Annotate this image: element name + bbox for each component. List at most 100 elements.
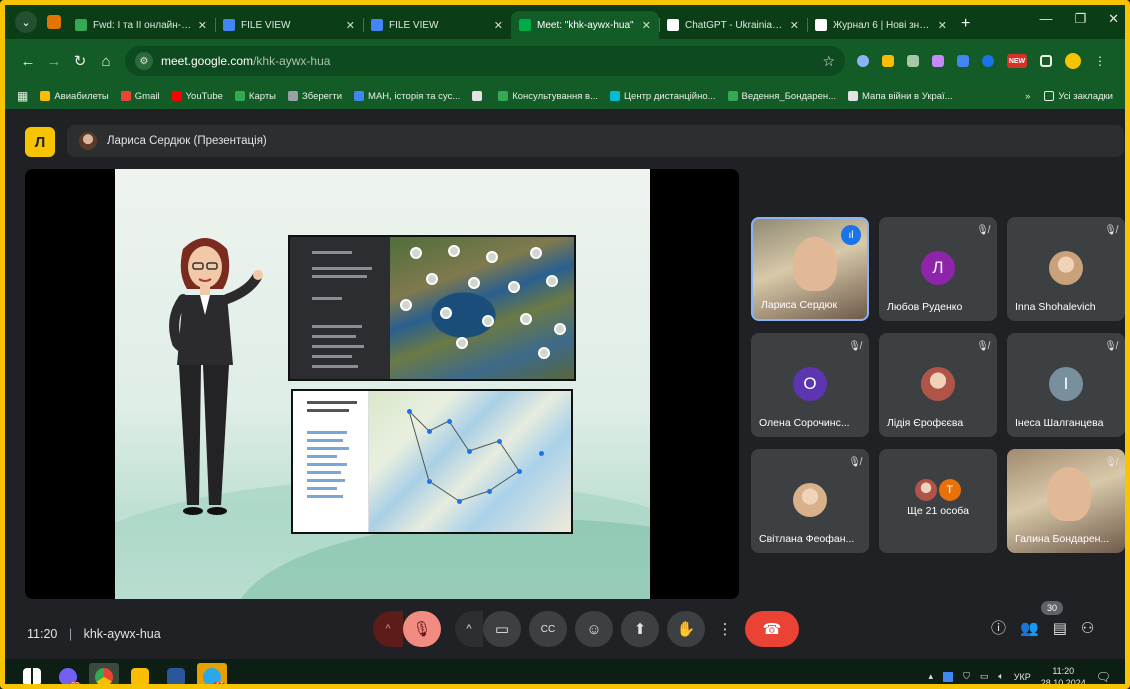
chat-icon[interactable]: ▤ <box>1053 619 1067 637</box>
extension-icon[interactable] <box>982 55 994 67</box>
participant-tile[interactable]: 🎙︎̸ Inna Shohalevich <box>1007 217 1125 321</box>
participant-tile[interactable]: Л 🎙︎̸ Любов Руденко <box>879 217 997 321</box>
participant-tile[interactable]: І 🎙︎̸ Інеса Шалганцева <box>1007 333 1125 437</box>
back-icon[interactable]: ← <box>15 53 41 70</box>
browser-tab[interactable]: Meet: "khk-aywx-hua" ✕ <box>511 11 659 39</box>
mic-off-icon: 🎙︎̸ <box>1104 225 1117 236</box>
tab-close-icon[interactable]: ✕ <box>938 19 947 32</box>
browser-tab[interactable]: Fwd: І та ІІ онлайн-занят ✕ <box>67 11 215 39</box>
presentation-stage[interactable] <box>25 169 739 599</box>
bookmark-item[interactable]: Мапа війни в Украї... <box>848 91 953 102</box>
participant-tile[interactable]: 🎙︎̸ Лідія Єрофєєва <box>879 333 997 437</box>
telegram-icon[interactable]: 47 <box>197 662 227 684</box>
participant-count-badge: 30 <box>1041 601 1063 615</box>
new-tab-button[interactable]: + <box>961 15 970 33</box>
tab-close-icon[interactable]: ✕ <box>346 19 355 32</box>
home-icon[interactable]: ⌂ <box>93 53 119 70</box>
captions-icon[interactable]: CC <box>529 611 567 647</box>
mic-muted-icon[interactable]: 🎙︎ <box>403 611 441 647</box>
more-options-icon[interactable]: ⋮ <box>713 611 737 647</box>
extensions-puzzle-icon[interactable] <box>1040 55 1052 67</box>
bookmark-item[interactable]: Зберегти <box>288 91 342 102</box>
site-info-icon[interactable]: ⚙ <box>135 52 153 70</box>
bookmark-favicon <box>727 91 738 101</box>
browser-tab[interactable]: ChatGPT - Ukrainian Voic ✕ <box>659 11 807 39</box>
forward-icon[interactable]: → <box>41 53 67 70</box>
all-bookmarks-button[interactable]: Усі закладки <box>1044 91 1113 102</box>
windows-start-icon[interactable] <box>17 663 47 684</box>
bookmark-item[interactable]: Центр дистанційно... <box>610 91 716 102</box>
bookmarks-overflow-button[interactable]: » <box>1025 91 1030 102</box>
extension-icon[interactable] <box>957 55 969 67</box>
participant-tile[interactable]: 🎙︎̸ Галина Бондарен... <box>1007 449 1125 553</box>
tray-app-icon[interactable] <box>943 671 954 682</box>
activities-icon[interactable]: ⚇ <box>1081 619 1094 637</box>
emoji-icon[interactable]: ☺ <box>575 611 613 647</box>
tab-close-icon[interactable]: ✕ <box>642 19 651 32</box>
extension-icon[interactable] <box>907 55 919 67</box>
address-bar[interactable]: ⚙ meet.google.com/khk-aywx-hua ☆ <box>125 46 845 76</box>
tray-shield-icon[interactable]: ⛉ <box>963 671 970 682</box>
viber-icon[interactable]: 92 <box>53 663 83 684</box>
bookmark-star-icon[interactable]: ☆ <box>822 53 835 70</box>
tray-overflow-icon[interactable]: ▴ <box>929 671 934 682</box>
bookmark-item[interactable]: МАН, історія та сус... <box>354 91 460 102</box>
tab-close-icon[interactable]: ✕ <box>790 19 799 32</box>
bookmark-label: Карты <box>248 90 276 102</box>
volume-icon[interactable]: 🔈︎ <box>998 671 1003 682</box>
word-icon[interactable] <box>161 663 191 684</box>
bookmark-favicon <box>288 91 298 101</box>
participant-tile[interactable]: 🎙︎̸ Світлана Феофан... <box>751 449 869 553</box>
network-icon[interactable]: ▭ <box>980 671 989 682</box>
extension-new-badge[interactable]: NEW <box>1007 54 1027 68</box>
participant-name: Лідія Єрофєєва <box>887 417 964 429</box>
participant-tile[interactable]: T Ще 21 особа <box>879 449 997 553</box>
minimize-icon[interactable]: — <box>1039 11 1052 27</box>
bookmark-item[interactable]: Консультування в... <box>498 91 598 102</box>
browser-tab[interactable]: Журнал 6 | Нові знання ✕ <box>807 11 955 39</box>
more-participants-initial: T <box>938 479 961 501</box>
camera-icon[interactable]: ▭ <box>483 611 521 647</box>
browser-tab[interactable]: FILE VIEW ✕ <box>363 11 511 39</box>
system-clock[interactable]: 11:20 28.10.2024 <box>1041 665 1086 685</box>
notifications-icon[interactable]: 🗨 <box>1096 670 1111 684</box>
pinned-tab[interactable] <box>41 9 67 35</box>
extension-icon[interactable] <box>857 55 869 67</box>
apps-grid-icon[interactable]: ▦ <box>17 89 28 103</box>
bookmark-label: Зберегти <box>302 90 343 102</box>
end-call-icon[interactable]: ☎ <box>745 611 799 647</box>
chrome-icon[interactable] <box>89 662 119 684</box>
bookmark-item[interactable]: Карты <box>234 90 276 102</box>
tab-close-icon[interactable]: ✕ <box>494 19 503 32</box>
close-window-icon[interactable]: ✕ <box>1108 11 1119 27</box>
bookmark-label: Ведення_Бондарен... <box>741 90 837 102</box>
extension-icon[interactable] <box>932 55 944 67</box>
participant-tile[interactable]: О 🎙︎̸ Олена Сорочинс... <box>751 333 869 437</box>
audio-options-chevron-icon[interactable]: ^ <box>373 611 403 647</box>
file-explorer-icon[interactable] <box>125 663 155 684</box>
bookmark-item[interactable] <box>472 91 486 102</box>
menu-dots-icon[interactable]: ⋮ <box>1094 54 1106 68</box>
language-indicator[interactable]: УКР <box>1014 672 1031 682</box>
tab-close-icon[interactable]: ✕ <box>198 19 207 32</box>
reload-icon[interactable]: ↻ <box>67 52 93 70</box>
participant-initial-avatar: Л <box>921 251 955 285</box>
present-screen-icon[interactable]: ⬆ <box>621 611 659 647</box>
video-options-chevron-icon[interactable]: ^ <box>455 611 483 647</box>
participant-photo-avatar <box>921 367 955 401</box>
raise-hand-icon[interactable]: ✋ <box>667 611 705 647</box>
people-icon[interactable]: 👥 <box>1020 619 1039 637</box>
bookmark-item[interactable]: Gmail <box>120 91 160 102</box>
bookmark-item[interactable]: Ведення_Бондарен... <box>727 90 837 102</box>
bookmark-item[interactable]: Авиабилеты <box>40 91 109 102</box>
browser-tab[interactable]: FILE VIEW ✕ <box>215 11 363 39</box>
restore-icon[interactable]: ❐ <box>1074 11 1086 27</box>
tab-favicon <box>223 19 235 31</box>
extension-icon[interactable] <box>882 55 894 67</box>
bookmark-item[interactable]: YouTube <box>171 91 223 102</box>
info-icon[interactable]: ⓘ <box>991 617 1006 638</box>
tab-search-button[interactable]: ⌄ <box>15 11 37 33</box>
profile-avatar[interactable] <box>1065 53 1081 69</box>
participant-name: Inna Shohalevich <box>1015 301 1096 313</box>
participant-tile[interactable]: ıl Лариса Сердюк <box>751 217 869 321</box>
